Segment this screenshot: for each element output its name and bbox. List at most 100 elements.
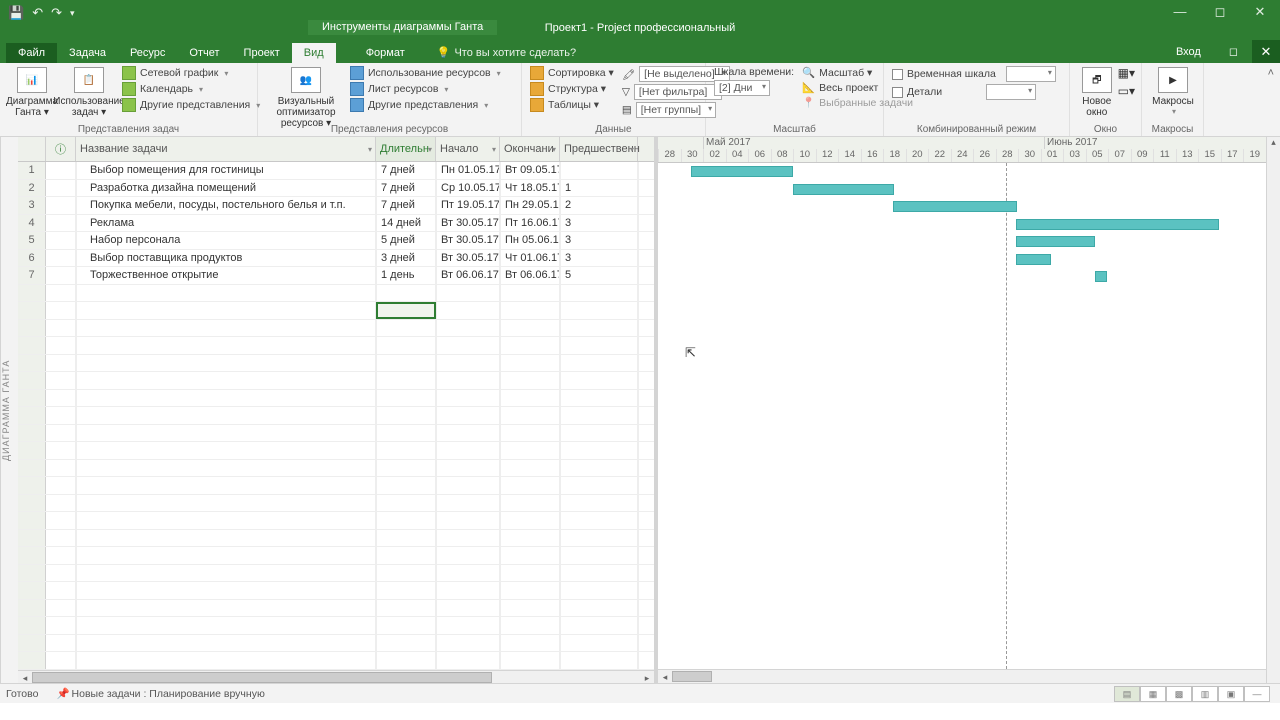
table-row[interactable]: [18, 547, 654, 565]
cell-pred[interactable]: [560, 302, 638, 319]
cell-name[interactable]: Набор персонала: [76, 232, 376, 249]
collapse-ribbon-icon[interactable]: ˄: [1268, 67, 1274, 79]
row-number[interactable]: [18, 582, 46, 599]
table-row[interactable]: [18, 302, 654, 320]
sort-button[interactable]: Сортировка ▾: [528, 66, 616, 80]
cell-pred[interactable]: 3: [560, 250, 638, 267]
cell-finish[interactable]: [500, 600, 560, 617]
gantt-bar[interactable]: [1016, 236, 1095, 247]
cell-info[interactable]: [46, 285, 76, 302]
row-number[interactable]: [18, 635, 46, 652]
cell-name[interactable]: [76, 425, 376, 442]
table-row[interactable]: [18, 477, 654, 495]
cell-pred[interactable]: [560, 477, 638, 494]
cell-name[interactable]: [76, 285, 376, 302]
cell-finish[interactable]: [500, 372, 560, 389]
cell-duration[interactable]: [376, 530, 436, 547]
tab-format[interactable]: Формат: [354, 43, 417, 63]
cell-duration[interactable]: 3 дней: [376, 250, 436, 267]
cell-info[interactable]: [46, 197, 76, 214]
details-checkbox[interactable]: Детали: [890, 84, 1063, 100]
cell-pred[interactable]: 5: [560, 267, 638, 284]
cell-duration[interactable]: [376, 442, 436, 459]
table-row[interactable]: [18, 372, 654, 390]
col-name[interactable]: Название задачи▾: [76, 137, 376, 161]
chart-hscroll[interactable]: ◂ ▸: [658, 669, 1280, 683]
row-number[interactable]: [18, 495, 46, 512]
cell-pred[interactable]: 1: [560, 180, 638, 197]
cell-info[interactable]: [46, 337, 76, 354]
table-row[interactable]: [18, 407, 654, 425]
row-number[interactable]: [18, 337, 46, 354]
cell-start[interactable]: [436, 495, 500, 512]
cell-start[interactable]: Пн 01.05.17: [436, 162, 500, 179]
cell-finish[interactable]: [500, 460, 560, 477]
cell-duration[interactable]: 7 дней: [376, 162, 436, 179]
cell-finish[interactable]: [500, 407, 560, 424]
cell-duration[interactable]: [376, 547, 436, 564]
cell-info[interactable]: [46, 250, 76, 267]
cell-pred[interactable]: [560, 530, 638, 547]
col-start[interactable]: Начало▾: [436, 137, 500, 161]
row-number[interactable]: [18, 320, 46, 337]
resource-sheet-button[interactable]: Лист ресурсов▾: [348, 82, 503, 96]
cell-duration[interactable]: [376, 390, 436, 407]
cell-duration[interactable]: [376, 635, 436, 652]
table-row[interactable]: [18, 285, 654, 303]
cell-finish[interactable]: [500, 302, 560, 319]
gantt-bar[interactable]: [691, 166, 793, 177]
cell-start[interactable]: [436, 635, 500, 652]
cell-start[interactable]: Вт 30.05.17: [436, 232, 500, 249]
cell-duration[interactable]: [376, 355, 436, 372]
tab-view[interactable]: Вид: [292, 43, 336, 63]
table-row[interactable]: [18, 390, 654, 408]
cell-info[interactable]: [46, 232, 76, 249]
resource-usage-button[interactable]: Использование ресурсов▾: [348, 66, 503, 80]
row-number[interactable]: [18, 547, 46, 564]
table-row[interactable]: 1 Выбор помещения для гостиницы 7 дней П…: [18, 162, 654, 180]
cell-info[interactable]: [46, 355, 76, 372]
table-row[interactable]: 5 Набор персонала 5 дней Вт 30.05.17 Пн …: [18, 232, 654, 250]
row-number[interactable]: [18, 600, 46, 617]
cell-finish[interactable]: [500, 565, 560, 582]
close-doc-icon[interactable]: ✕: [1252, 40, 1280, 63]
cell-finish[interactable]: [500, 390, 560, 407]
cell-name[interactable]: [76, 337, 376, 354]
cell-start[interactable]: [436, 390, 500, 407]
other-task-views-button[interactable]: Другие представления▾: [120, 98, 262, 112]
cell-finish[interactable]: [500, 425, 560, 442]
other-resource-views-button[interactable]: Другие представления▾: [348, 98, 503, 112]
cell-pred[interactable]: [560, 652, 638, 669]
cell-info[interactable]: [46, 530, 76, 547]
grid-body[interactable]: 1 Выбор помещения для гостиницы 7 дней П…: [18, 162, 654, 670]
cell-finish[interactable]: [500, 355, 560, 372]
cell-finish[interactable]: Вт 09.05.17: [500, 162, 560, 179]
table-row[interactable]: [18, 600, 654, 618]
cell-finish[interactable]: [500, 617, 560, 634]
cell-pred[interactable]: [560, 547, 638, 564]
cell-name[interactable]: Выбор помещения для гостиницы: [76, 162, 376, 179]
selected-cell[interactable]: [376, 302, 436, 319]
cell-info[interactable]: [46, 495, 76, 512]
cell-name[interactable]: [76, 407, 376, 424]
cell-finish[interactable]: [500, 337, 560, 354]
cell-start[interactable]: Вт 06.06.17: [436, 267, 500, 284]
cell-info[interactable]: [46, 652, 76, 669]
cell-duration[interactable]: [376, 582, 436, 599]
cell-pred[interactable]: [560, 635, 638, 652]
cell-finish[interactable]: [500, 512, 560, 529]
cell-start[interactable]: [436, 565, 500, 582]
cell-start[interactable]: [436, 407, 500, 424]
cell-info[interactable]: [46, 267, 76, 284]
cell-start[interactable]: Вт 30.05.17: [436, 250, 500, 267]
table-row[interactable]: 3 Покупка мебели, посуды, постельного бе…: [18, 197, 654, 215]
cell-start[interactable]: Пт 19.05.17: [436, 197, 500, 214]
cell-name[interactable]: [76, 477, 376, 494]
cell-name[interactable]: Выбор поставщика продуктов: [76, 250, 376, 267]
cell-pred[interactable]: 2: [560, 197, 638, 214]
view-sheet-icon[interactable]: ▣: [1218, 686, 1244, 702]
cell-pred[interactable]: [560, 407, 638, 424]
cell-name[interactable]: [76, 565, 376, 582]
cell-name[interactable]: [76, 635, 376, 652]
table-row[interactable]: [18, 582, 654, 600]
